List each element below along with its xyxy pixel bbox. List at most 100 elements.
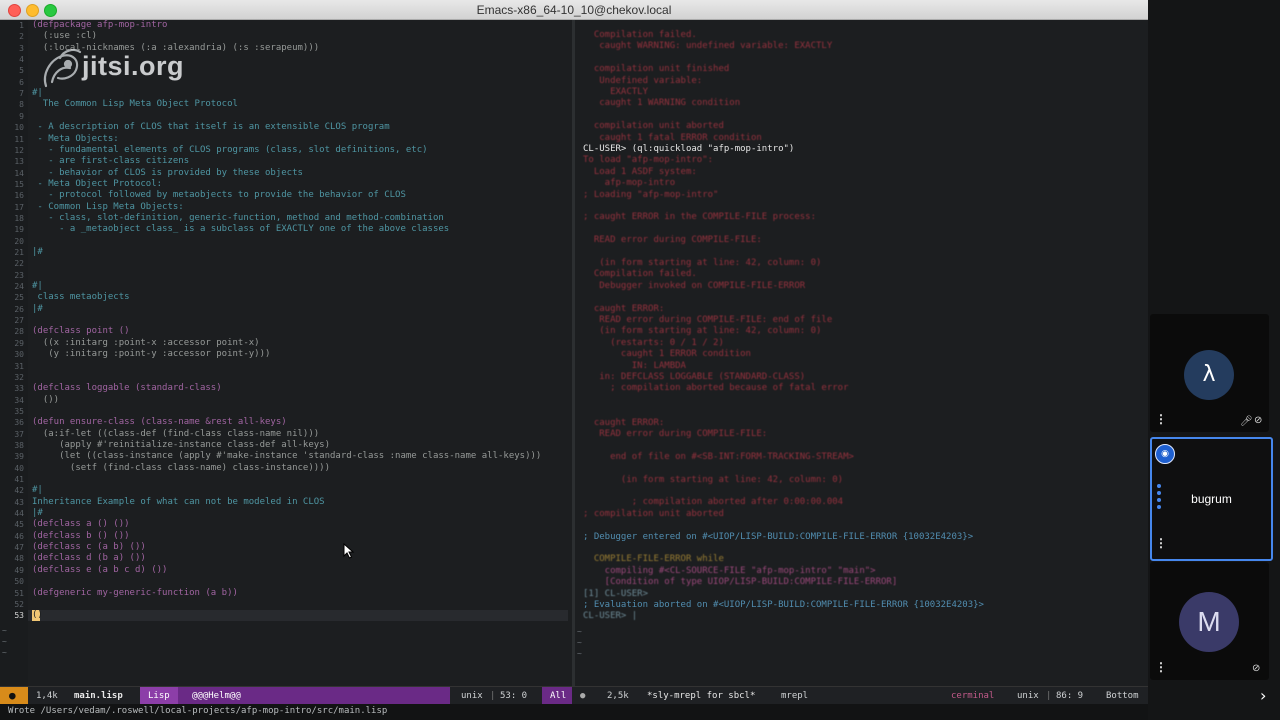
code-line: |# bbox=[32, 508, 43, 518]
modeline-left-size: 1,4k bbox=[36, 691, 58, 701]
repl-line: IN: LAMBDA bbox=[583, 361, 686, 371]
modeline-right-mode[interactable]: mrepl bbox=[781, 691, 808, 701]
current-line-highlight bbox=[28, 610, 568, 621]
modeline-helm: @@@Helm@@ bbox=[192, 691, 241, 701]
line-number: 27 bbox=[14, 316, 24, 325]
code-line: ((x :initarg :point-x :accessor point-x) bbox=[32, 338, 260, 348]
empty-line-marker: ~ bbox=[577, 638, 582, 647]
repl-line: end of file on #<SB-INT:FORM-TRACKING-ST… bbox=[583, 452, 854, 462]
line-number: 11 bbox=[14, 135, 24, 144]
code-line: (defclass c (a b) ()) bbox=[32, 542, 146, 552]
line-number: 6 bbox=[19, 78, 24, 87]
more-options-icon[interactable]: ⋮ bbox=[1155, 412, 1167, 426]
modeline-right-size: 2,5k bbox=[607, 691, 629, 701]
code-line: - Common Lisp Meta Objects: bbox=[32, 202, 184, 212]
line-number: 45 bbox=[14, 520, 24, 529]
line-number: 3 bbox=[19, 44, 24, 53]
line-number: 2 bbox=[19, 32, 24, 41]
modeline-right-position: 86: 9 bbox=[1056, 691, 1084, 701]
code-line: - fundamental elements of CLOS programs … bbox=[32, 145, 428, 155]
code-line: (a:if-let ((class-def (find-class class-… bbox=[32, 429, 320, 439]
line-number: 26 bbox=[14, 305, 24, 314]
next-arrow-icon[interactable]: › bbox=[1260, 686, 1266, 705]
line-number: 9 bbox=[19, 112, 24, 121]
line-number: 5 bbox=[19, 66, 24, 75]
line-number: 47 bbox=[14, 543, 24, 552]
modeline-left-scroll: All bbox=[550, 691, 567, 701]
line-number: 1 bbox=[19, 21, 24, 30]
repl-line: READ error during COMPILE-FILE: end of f… bbox=[583, 315, 833, 325]
repl-line: caught ERROR: bbox=[583, 304, 665, 314]
code-line: (defclass b () ()) bbox=[32, 531, 130, 541]
code-line: (defclass loggable (standard-class) bbox=[32, 383, 222, 393]
line-number: 49 bbox=[14, 566, 24, 575]
line-number: 21 bbox=[14, 248, 24, 257]
minibuffer[interactable]: Wrote /Users/vedam/.roswell/local-projec… bbox=[0, 704, 1148, 720]
line-number: 17 bbox=[14, 203, 24, 212]
line-number: 39 bbox=[14, 452, 24, 461]
modeline-left-mode[interactable]: Lisp bbox=[148, 691, 170, 701]
repl-line: ; Debugger entered on #<UIOP/LISP-BUILD:… bbox=[583, 532, 974, 542]
repl-line: ; Loading "afp-mop-intro" bbox=[583, 190, 719, 200]
repl-line: To load "afp-mop-intro": bbox=[583, 155, 714, 165]
line-number: 30 bbox=[14, 350, 24, 359]
code-line: - protocol followed by metaobjects to pr… bbox=[32, 190, 406, 200]
modeline-left-file[interactable]: main.lisp bbox=[74, 691, 123, 701]
modeline-record-icon: ● bbox=[9, 689, 16, 702]
line-number: 20 bbox=[14, 237, 24, 246]
code-line: - behavior of CLOS is provided by these … bbox=[32, 168, 303, 178]
code-line: The Common Lisp Meta Object Protocol bbox=[32, 99, 238, 109]
jitsi-watermark: jitsi.org bbox=[82, 51, 185, 81]
line-number: 31 bbox=[14, 362, 24, 371]
line-number: 15 bbox=[14, 180, 24, 189]
repl-line: Debugger invoked on COMPILE-FILE-ERROR bbox=[583, 281, 806, 291]
modeline-separator: | bbox=[490, 691, 496, 701]
code-line: () bbox=[32, 610, 43, 620]
repl-line: ; Evaluation aborted on #<UIOP/LISP-BUIL… bbox=[583, 600, 984, 610]
modeline-right-buffer[interactable]: *sly-mrepl for sbcl* bbox=[647, 691, 755, 701]
line-number: 50 bbox=[14, 577, 24, 586]
modeline-right-indicator-icon: ● bbox=[580, 691, 586, 701]
repl-line: caught ERROR: bbox=[583, 418, 665, 428]
code-line: |# bbox=[32, 247, 43, 257]
repl-line: (in form starting at line: 42, column: 0… bbox=[583, 326, 822, 336]
mouse-pointer-icon bbox=[343, 543, 355, 559]
line-number: 35 bbox=[14, 407, 24, 416]
empty-line-marker: ~ bbox=[2, 626, 7, 635]
audio-level-dot bbox=[1157, 484, 1161, 488]
mode-line: ● 1,4k main.lisp Lisp @@@Helm@@ unix | 5… bbox=[0, 686, 1148, 705]
line-number: 41 bbox=[14, 475, 24, 484]
repl-line: Undefined variable: bbox=[583, 76, 703, 86]
modeline-right-host: cerminal bbox=[951, 691, 995, 701]
repl-line: ; compilation unit aborted bbox=[583, 509, 724, 519]
line-number: 42 bbox=[14, 486, 24, 495]
code-line: (defclass a () ()) bbox=[32, 519, 130, 529]
line-number: 23 bbox=[14, 271, 24, 280]
empty-line-marker: ~ bbox=[2, 648, 7, 657]
more-options-icon[interactable]: ⋮ bbox=[1155, 536, 1167, 550]
window-title: Emacs-x86_64-10_10@chekov.local bbox=[476, 3, 672, 17]
moderator-badge-icon: ◉ bbox=[1155, 444, 1175, 464]
repl-line: compilation unit finished bbox=[583, 64, 730, 74]
code-line: (:use :cl) bbox=[32, 31, 98, 41]
more-options-icon[interactable]: ⋮ bbox=[1155, 660, 1167, 674]
line-number: 52 bbox=[14, 600, 24, 609]
editor-pane-main-lisp[interactable]: 1 (defpackage afp-mop-intro 2 (:use :cl) 3 … bbox=[0, 20, 572, 686]
code-line: (defpackage afp-mop-intro bbox=[32, 20, 168, 30]
code-line: (defun ensure-class (class-name &rest al… bbox=[32, 417, 287, 427]
modeline-left-encoding: unix bbox=[461, 691, 483, 701]
modeline-separator: | bbox=[1046, 691, 1052, 701]
window-titlebar: Emacs-x86_64-10_10@chekov.local bbox=[0, 0, 1148, 20]
repl-line: caught 1 WARNING condition bbox=[583, 98, 741, 108]
empty-line-marker: ~ bbox=[577, 627, 582, 636]
repl-pane[interactable]: Compilation failed. caught WARNING: unde… bbox=[575, 20, 1148, 686]
camera-off-icon: ⊘ bbox=[1254, 415, 1263, 426]
line-number: 22 bbox=[14, 259, 24, 268]
code-line: class metaobjects bbox=[32, 292, 130, 302]
code-line: - Meta Object Protocol: bbox=[32, 179, 163, 189]
code-line: (y :initarg :point-y :accessor point-y))… bbox=[32, 349, 271, 359]
minibuffer-message: Wrote /Users/vedam/.roswell/local-projec… bbox=[8, 706, 388, 716]
repl-line: afp-mop-intro bbox=[583, 178, 676, 188]
code-line: (defclass d (b a) ()) bbox=[32, 553, 146, 563]
line-number: 34 bbox=[14, 396, 24, 405]
